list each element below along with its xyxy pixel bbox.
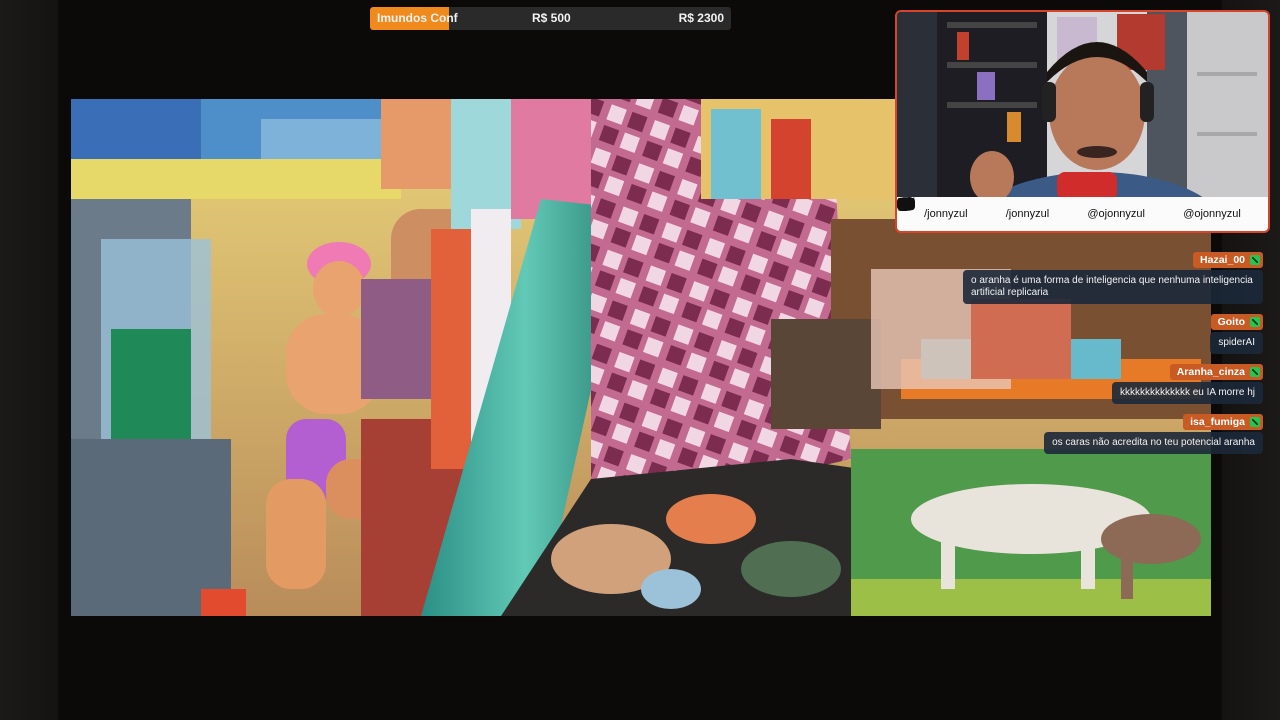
facebook-handle: /jonnyzul — [1005, 208, 1050, 220]
instagram-handle: @ojonnyzul — [1183, 208, 1241, 220]
goal-current-amount: R$ 500 — [532, 11, 571, 25]
chat-message-text: o aranha é uma forma de inteligencia que… — [963, 270, 1263, 304]
social-facebook: /jonnyzul — [902, 197, 1050, 220]
twitter-handle: @ojonnyzul — [1087, 208, 1145, 220]
social-links-strip: /jonnyzul /jonnyzul @ojonnyzul @ojonnyzu… — [897, 197, 1268, 231]
chat-username: isa_fumiga — [1183, 414, 1263, 430]
chat-username-text: Aranha_cinza — [1176, 366, 1245, 378]
kick-badge-icon — [1250, 317, 1260, 327]
chat-message-text: spiderAI — [1210, 332, 1263, 354]
webcam-overlay: /jonnyzul /jonnyzul @ojonnyzul @ojonnyzu… — [895, 10, 1270, 233]
chat-username: Goito — [1210, 314, 1263, 330]
left-background-band — [0, 0, 58, 720]
kick-badge-icon — [1250, 417, 1260, 427]
chat-username: Hazai_00 — [1193, 252, 1263, 268]
youtube-handle: /jonnyzul — [924, 208, 968, 220]
goal-target-amount: R$ 2300 — [678, 11, 724, 25]
chat-message-text: kkkkkkkkkkkkkk eu IA morre hj — [1111, 382, 1263, 404]
chat-message-text: os caras não acredita no teu potencial a… — [1044, 432, 1263, 454]
chat-username-text: Hazai_00 — [1200, 254, 1245, 266]
instagram-icon — [899, 197, 913, 211]
social-twitter: @ojonnyzul — [897, 197, 1145, 220]
kick-badge-icon — [1250, 255, 1260, 265]
kick-badge-icon — [1250, 367, 1260, 377]
chat-username-text: Goito — [1217, 316, 1245, 328]
goal-title: Imundos Conf — [377, 11, 458, 25]
chat-username-text: isa_fumiga — [1190, 416, 1245, 428]
chat-username: Aranha_cinza — [1169, 364, 1263, 380]
social-instagram: @ojonnyzul — [899, 197, 1241, 220]
social-youtube: /jonnyzul — [897, 197, 968, 220]
donation-goal-bar: Imundos Conf R$ 500 R$ 2300 — [370, 7, 731, 30]
